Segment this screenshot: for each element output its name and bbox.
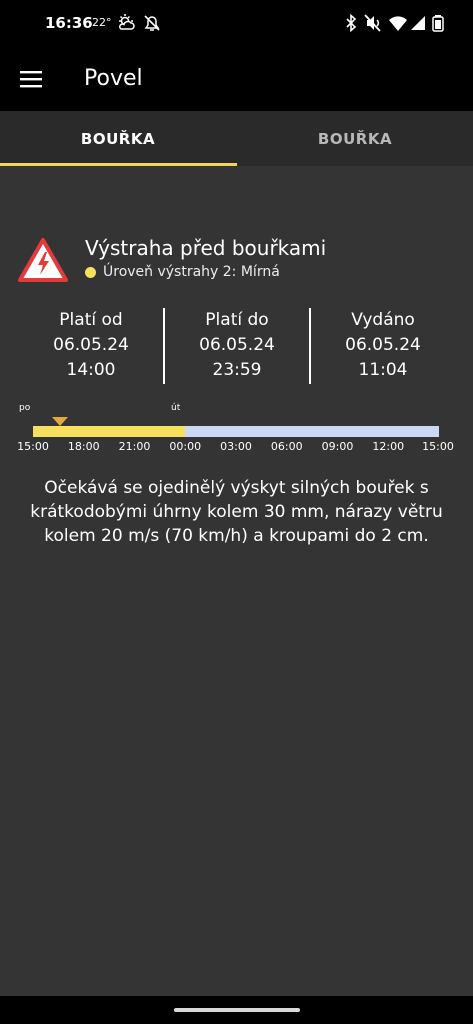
valid-to-column: Platí do 06.05.24 23:59 [164, 308, 310, 383]
alarm-off-icon [144, 15, 160, 31]
valid-from-column: Platí od 06.05.24 14:00 [18, 308, 164, 383]
mute-icon [364, 14, 381, 32]
current-time-marker [52, 417, 69, 426]
status-time: 16:36 [45, 14, 93, 32]
app-bar: Povel [0, 47, 473, 111]
warning-description: Očekává se ojedinělý výskyt silných bouř… [30, 478, 443, 546]
home-gesture-handle[interactable] [174, 1008, 300, 1012]
weather-sunny-cloud-icon [119, 14, 135, 30]
timeline-tick-label: 00:00 [169, 440, 202, 453]
timeline-tick-label: 12:00 [372, 440, 405, 453]
valid-from-time: 14:00 [66, 360, 116, 380]
status-bar: 16:36 22° [0, 0, 473, 47]
warning-level: Úroveň výstrahy 2: Mírná [85, 264, 280, 280]
issued-date: 06.05.24 [345, 335, 421, 355]
status-temperature: 22° [92, 16, 112, 29]
issued-time: 11:04 [358, 360, 408, 380]
timeline-tick-label: 21:00 [118, 440, 151, 453]
timeline-tick-label: 18:00 [67, 440, 100, 453]
valid-from-date: 06.05.24 [53, 335, 129, 355]
timeline-tick-label: 15:00 [17, 440, 49, 453]
active-tab-indicator [0, 163, 237, 166]
warning-title: Výstraha před bouřkami [85, 236, 327, 260]
navigation-bar [0, 996, 473, 1024]
timeline-tick-label: 15:00 [422, 440, 454, 453]
timeline-tick-label: 06:00 [270, 440, 303, 453]
issued-column: Vydáno 06.05.24 11:04 [310, 308, 456, 383]
app-screen: 16:36 22° Povel BOUŘKA BOUŘKA Výstraha p… [0, 0, 473, 1024]
warning-period-fill [33, 426, 186, 437]
validity-info: Platí od 06.05.24 14:00 Platí do 06.05.2… [18, 308, 456, 384]
timeline-day-label: po [19, 403, 31, 413]
timeline-tick-label: 09:00 [321, 440, 354, 453]
valid-from-label: Platí od [59, 310, 123, 330]
warning-timeline-bar [33, 426, 439, 437]
issued-label: Vydáno [351, 310, 415, 330]
level-indicator-dot [85, 266, 96, 278]
valid-to-label: Platí do [205, 310, 269, 330]
app-title: Povel [84, 66, 143, 91]
timeline-tick-label: 03:00 [220, 440, 252, 453]
hamburger-menu-icon[interactable] [20, 69, 44, 89]
signal-icon [411, 16, 425, 30]
bluetooth-icon [346, 13, 357, 33]
warning-level-label: Úroveň výstrahy 2: Mírná [103, 264, 280, 280]
tab-bar: BOUŘKA BOUŘKA [0, 111, 473, 166]
valid-to-date: 06.05.24 [199, 335, 275, 355]
valid-to-time: 23:59 [212, 360, 262, 380]
storm-warning-triangle-icon [18, 238, 68, 282]
timeline-day-label: út [171, 403, 181, 413]
wifi-icon [389, 16, 407, 31]
tab-storm-2[interactable]: BOUŘKA [237, 111, 473, 166]
battery-icon [432, 15, 444, 32]
tab-storm-1[interactable]: BOUŘKA [0, 111, 236, 166]
